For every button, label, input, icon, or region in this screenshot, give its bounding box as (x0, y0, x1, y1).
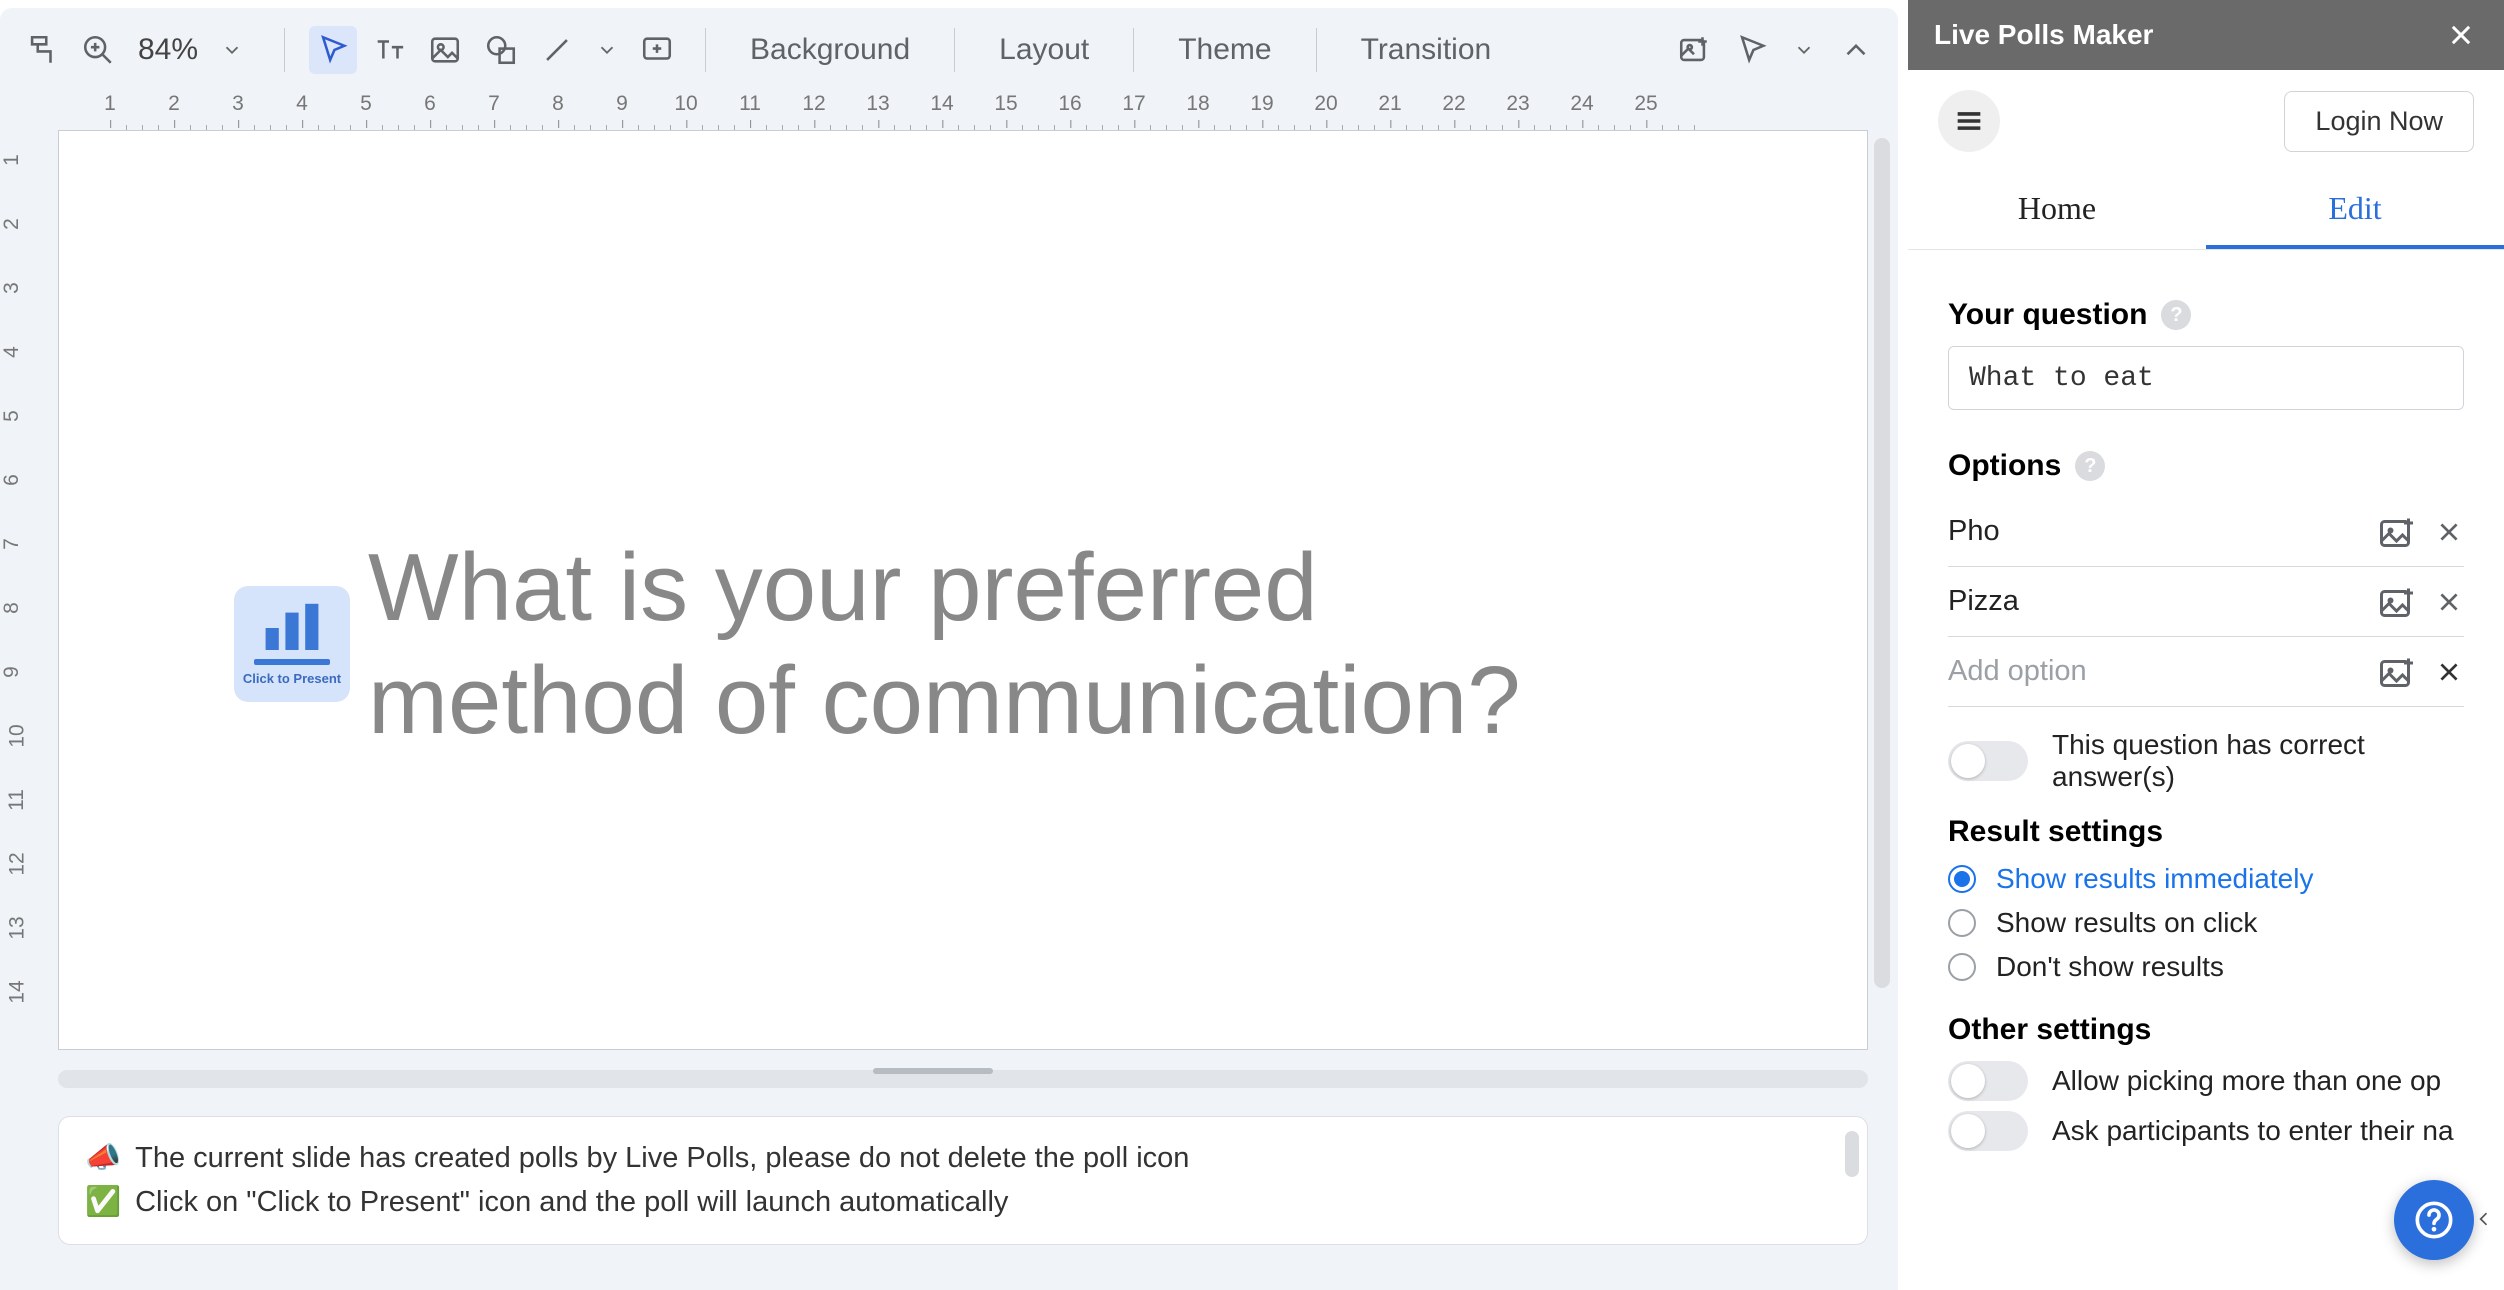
zoom-dropdown-icon[interactable] (214, 26, 250, 74)
toolbar-separator (1316, 28, 1317, 72)
radio-icon (1948, 865, 1976, 893)
horizontal-scrollbar[interactable] (58, 1070, 1868, 1088)
option-input-2[interactable] (1948, 577, 2380, 626)
comment-tool-icon[interactable] (633, 26, 681, 74)
option-row (1948, 637, 2464, 707)
zoom-icon[interactable] (74, 26, 122, 74)
toolbar-separator (284, 28, 285, 72)
notes-line-1: 📣The current slide has created polls by … (85, 1137, 1841, 1181)
multi-pick-toggle[interactable] (1948, 1061, 2028, 1101)
add-image-icon[interactable] (2380, 656, 2416, 688)
slide-canvas[interactable]: Click to Present What is your preferred … (58, 130, 1868, 1050)
transition-button[interactable]: Transition (1341, 33, 1512, 67)
add-option-input[interactable] (1948, 647, 2380, 696)
poll-present-icon[interactable]: Click to Present (234, 586, 350, 702)
vertical-ruler: 1234567891011121314 (0, 130, 48, 1290)
help-icon[interactable]: ? (2075, 451, 2105, 481)
select-tool-icon[interactable] (309, 26, 357, 74)
question-section-label: Your question ? (1948, 298, 2464, 332)
layout-button[interactable]: Layout (979, 33, 1109, 67)
tab-home[interactable]: Home (1908, 172, 2206, 249)
toolbar-separator (1133, 28, 1134, 72)
toolbar: 84% (0, 8, 1898, 92)
notes-scrollbar[interactable] (1845, 1131, 1859, 1177)
menu-icon[interactable] (1938, 90, 2000, 152)
vertical-scrollbar[interactable] (1874, 138, 1890, 1150)
option-input-1[interactable] (1948, 507, 2380, 556)
close-panel-icon[interactable] (2444, 18, 2478, 52)
megaphone-icon: 📣 (85, 1142, 121, 1174)
poll-widget: Click to Present What is your preferred … (234, 531, 1628, 758)
help-icon[interactable]: ? (2161, 300, 2191, 330)
result-radio-dont-show[interactable]: Don't show results (1948, 951, 2464, 983)
radio-icon (1948, 909, 1976, 937)
check-icon: ✅ (85, 1186, 121, 1218)
line-tool-dropdown-icon[interactable] (589, 26, 625, 74)
line-tool-icon[interactable] (533, 26, 581, 74)
panel-tabs: Home Edit (1908, 172, 2504, 250)
toolbar-separator (954, 28, 955, 72)
add-image-icon[interactable] (2380, 516, 2416, 548)
pointer-dropdown-icon[interactable] (1786, 26, 1822, 74)
radio-icon (1948, 953, 1976, 981)
clear-option-icon[interactable] (2434, 657, 2464, 687)
pointer-options-icon[interactable] (1728, 26, 1776, 74)
help-fab-icon[interactable] (2394, 1180, 2474, 1260)
paint-format-icon[interactable] (18, 26, 66, 74)
zoom-level[interactable]: 84% (128, 33, 208, 67)
slide-title-text[interactable]: What is your preferred method of communi… (368, 531, 1628, 758)
notes-line-2: ✅Click on "Click to Present" icon and th… (85, 1181, 1841, 1225)
image-tool-icon[interactable] (421, 26, 469, 74)
ask-names-toggle[interactable] (1948, 1111, 2028, 1151)
multi-pick-label: Allow picking more than one op (2052, 1065, 2441, 1097)
speaker-notes[interactable]: 📣The current slide has created polls by … (58, 1116, 1868, 1245)
correct-answer-toggle-row: This question has correct answer(s) (1948, 729, 2464, 793)
option-row (1948, 497, 2464, 567)
panel-title: Live Polls Maker (1934, 19, 2153, 51)
panel-header: Live Polls Maker (1908, 0, 2504, 70)
shape-tool-icon[interactable] (477, 26, 525, 74)
option-row (1948, 567, 2464, 637)
remove-option-icon[interactable] (2434, 587, 2464, 617)
result-settings-label: Result settings (1948, 815, 2464, 849)
poll-icon-label: Click to Present (243, 671, 341, 686)
horizontal-ruler: 1234567891011121314151617181920212223242… (48, 92, 1898, 130)
login-button[interactable]: Login Now (2284, 91, 2474, 152)
options-section-label: Options ? (1948, 449, 2464, 483)
result-radio-immediate[interactable]: Show results immediately (1948, 863, 2464, 895)
side-panel: Live Polls Maker Login Now Home Edit You… (1908, 0, 2504, 1290)
toolbar-separator (705, 28, 706, 72)
correct-answer-label: This question has correct answer(s) (2052, 729, 2464, 793)
theme-button[interactable]: Theme (1158, 33, 1291, 67)
multi-pick-toggle-row: Allow picking more than one op (1948, 1061, 2464, 1101)
ask-names-toggle-row: Ask participants to enter their na (1948, 1111, 2464, 1151)
other-settings-label: Other settings (1948, 1013, 2464, 1047)
background-button[interactable]: Background (730, 33, 930, 67)
tab-edit[interactable]: Edit (2206, 172, 2504, 249)
insert-image-plus-icon[interactable] (1670, 26, 1718, 74)
result-radio-on-click[interactable]: Show results on click (1948, 907, 2464, 939)
collapse-toolbar-icon[interactable] (1832, 26, 1880, 74)
ask-names-label: Ask participants to enter their na (2052, 1115, 2454, 1147)
editor-pane: 84% (0, 8, 1898, 1290)
remove-option-icon[interactable] (2434, 517, 2464, 547)
correct-answer-toggle[interactable] (1948, 741, 2028, 781)
add-image-icon[interactable] (2380, 586, 2416, 618)
textbox-tool-icon[interactable] (365, 26, 413, 74)
question-input[interactable] (1948, 346, 2464, 410)
panel-expand-icon[interactable] (2470, 1194, 2498, 1244)
